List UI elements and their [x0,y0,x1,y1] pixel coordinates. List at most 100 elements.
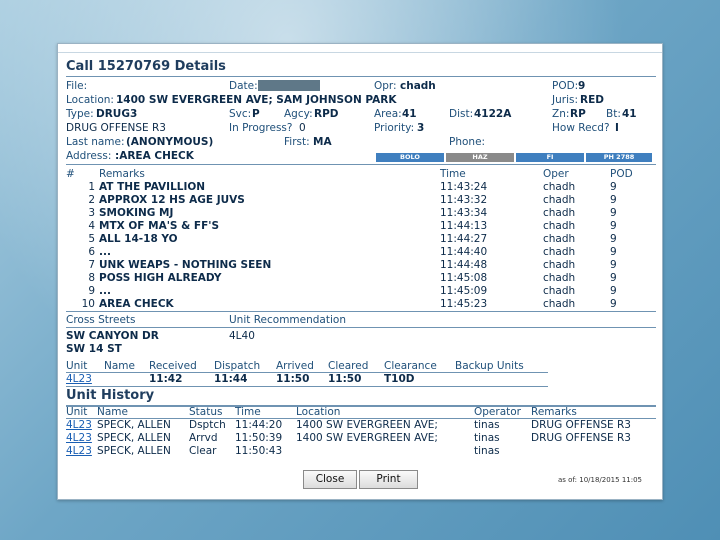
history-location: 1400 SW EVERGREEN AVE; [296,432,438,444]
bt-value: 41 [622,108,637,120]
units-header-backup: Backup Units [455,360,524,372]
unit-arrived: 11:50 [276,373,310,385]
flag-bolo[interactable]: BOLO [376,153,444,162]
juris-label: Juris: [552,94,578,106]
history-remarks: DRUG OFFENSE R3 [531,432,631,444]
remark-oper: chadh [543,220,576,232]
juris-value: RED [580,94,604,106]
pod-label: POD: [552,80,579,92]
bt-label: Bt: [606,108,621,120]
remark-pod: 9 [610,298,617,310]
remark-oper: chadh [543,298,576,310]
remark-time: 11:45:23 [440,298,488,310]
lastname-value: (ANONYMOUS) [126,136,214,148]
remark-pod: 9 [610,220,617,232]
remark-text: ... [99,246,111,258]
area-value: 41 [402,108,417,120]
howrecd-label: How Recd? [552,122,610,134]
pod-value: 9 [578,80,586,92]
flag-haz[interactable]: HAZ [446,153,514,162]
history-unit-link[interactable]: 4L23 [66,445,92,457]
remark-oper: chadh [543,259,576,271]
inprogress-value: 0 [299,122,306,134]
cross-streets-label: Cross Streets [66,314,136,326]
remark-time: 11:44:48 [440,259,488,271]
unit-recommendation-value: 4L40 [229,330,255,342]
remark-oper: chadh [543,181,576,193]
remark-num: 4 [88,220,95,232]
as-of-timestamp: as of: 10/18/2015 11:05 [558,476,642,484]
flag-phone[interactable]: PH 2788 [586,153,652,162]
remark-pod: 9 [610,259,617,271]
remark-text: AT THE PAVILLION [99,181,206,193]
unit-received: 11:42 [149,373,183,385]
history-header-status: Status [189,406,223,418]
inprogress-label: In Progress? [229,122,293,134]
priority-label: Priority: [374,122,415,134]
remark-pod: 9 [610,246,617,258]
location-label: Location: [66,94,114,106]
remark-pod: 9 [610,181,617,193]
zn-value: RP [570,108,586,120]
cross-header-divider [66,327,656,328]
history-operator: tinas [474,419,500,431]
address-label: Address: [66,150,112,162]
history-name: SPECK, ALLEN [97,445,171,457]
remark-num: 2 [88,194,95,206]
unit-clearance: T10D [384,373,415,385]
first-label: First: [284,136,310,148]
cross-divider [66,311,656,312]
call-details-window: Call 15270769 Details File: Date: Opr: c… [57,43,663,500]
svc-value: P [252,108,260,120]
history-header-time: Time [235,406,261,418]
agcy-label: Agcy: [284,108,313,120]
history-unit-link[interactable]: 4L23 [66,419,92,431]
svc-label: Svc: [229,108,252,120]
flag-fi[interactable]: FI [516,153,584,162]
history-name: SPECK, ALLEN [97,432,171,444]
remark-time: 11:44:27 [440,233,488,245]
remark-oper: chadh [543,285,576,297]
dist-label: Dist: [449,108,474,120]
remark-text: APPROX 12 HS AGE JUVS [99,194,245,206]
unit-dispatch: 11:44 [214,373,248,385]
history-header-unit: Unit [66,406,88,418]
close-button[interactable]: Close [303,470,357,489]
history-unit-link[interactable]: 4L23 [66,432,92,444]
history-status: Dsptch [189,419,226,431]
remarks-header-pod: POD [610,168,633,180]
unit-link[interactable]: 4L23 [66,373,92,385]
units-header-arrived: Arrived [276,360,314,372]
history-location: 1400 SW EVERGREEN AVE; [296,419,438,431]
remark-oper: chadh [543,233,576,245]
print-button[interactable]: Print [359,470,418,489]
remark-num: 8 [88,272,95,284]
history-operator: tinas [474,445,500,457]
remark-oper: chadh [543,272,576,284]
unit-history-title: Unit History [66,388,155,403]
remark-text: SMOKING MJ [99,207,174,219]
remark-num: 1 [88,181,95,193]
remark-oper: chadh [543,207,576,219]
zn-label: Zn: [552,108,570,120]
remark-num: 3 [88,207,95,219]
remark-time: 11:43:24 [440,181,488,193]
remark-oper: chadh [543,246,576,258]
history-status: Arrvd [189,432,218,444]
remark-pod: 9 [610,207,617,219]
title-divider [66,76,656,77]
agcy-value: RPD [314,108,339,120]
cross-street: SW 14 ST [66,343,122,355]
units-header-received: Received [149,360,197,372]
units-header-name: Name [104,360,135,372]
area-label: Area: [374,108,402,120]
page-title: Call 15270769 Details [66,59,226,74]
units-header-unit: Unit [66,360,88,372]
remark-time: 11:44:13 [440,220,488,232]
dist-value: 4122A [474,108,512,120]
remark-time: 11:45:08 [440,272,488,284]
remark-time: 11:45:09 [440,285,488,297]
unit-cleared: 11:50 [328,373,362,385]
remark-num: 9 [88,285,95,297]
type-value: DRUG3 [96,108,138,120]
